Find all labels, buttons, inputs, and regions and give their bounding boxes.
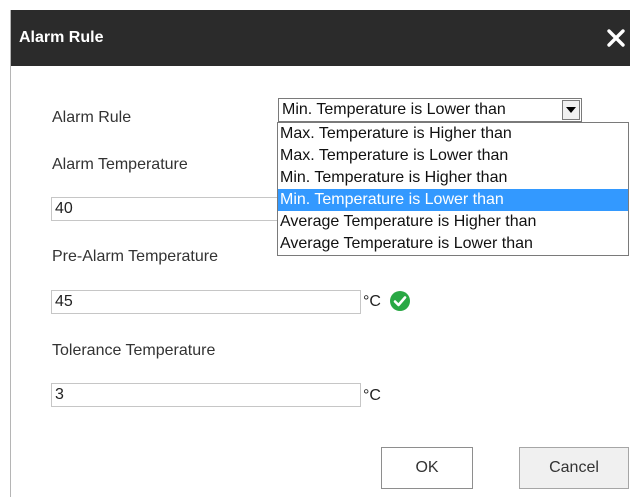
cancel-button[interactable]: Cancel [519, 447, 629, 489]
dropdown-option[interactable]: Min. Temperature is Higher than [278, 167, 628, 189]
ok-button[interactable]: OK [381, 447, 473, 489]
tolerance-temperature-label: Tolerance Temperature [52, 342, 216, 359]
alarm-rule-select[interactable]: Min. Temperature is Lower than [278, 98, 582, 122]
dropdown-option[interactable]: Average Temperature is Higher than [278, 211, 628, 233]
dropdown-option[interactable]: Max. Temperature is Higher than [278, 123, 628, 145]
tolerance-temperature-input[interactable] [51, 383, 361, 407]
pre-alarm-unit: °C [363, 293, 381, 310]
pre-alarm-temperature-label: Pre-Alarm Temperature [52, 248, 218, 265]
tolerance-unit: °C [363, 387, 381, 404]
dropdown-option[interactable]: Max. Temperature is Lower than [278, 145, 628, 167]
alarm-rule-selected-value: Min. Temperature is Lower than [282, 101, 506, 118]
chevron-down-icon[interactable] [562, 100, 580, 120]
dropdown-option[interactable]: Average Temperature is Lower than [278, 233, 628, 255]
dialog-titlebar: Alarm Rule [11, 10, 630, 66]
alarm-rule-dropdown: Max. Temperature is Higher than Max. Tem… [277, 122, 629, 256]
dropdown-option-selected[interactable]: Min. Temperature is Lower than [278, 189, 628, 211]
alarm-temperature-label: Alarm Temperature [52, 156, 188, 173]
alarm-rule-label: Alarm Rule [52, 109, 132, 126]
dialog-title: Alarm Rule [19, 29, 104, 46]
pre-alarm-temperature-input[interactable] [51, 290, 361, 314]
check-circle-icon [390, 291, 410, 311]
close-icon[interactable] [603, 25, 629, 51]
